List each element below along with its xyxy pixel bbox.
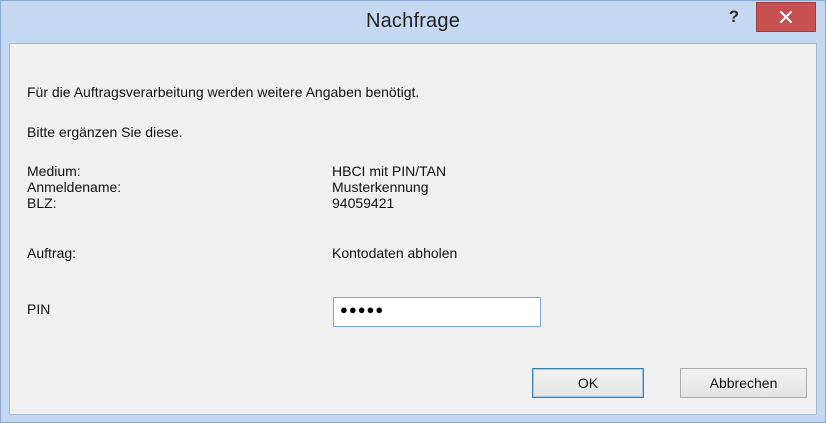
pin-input[interactable]: ●●●●● [333,297,541,327]
cancel-button[interactable]: Abbrechen [680,368,807,398]
login-value: Musterkennung [332,179,429,195]
pin-label: PIN [27,301,51,317]
dialog-window: Nachfrage ? Für die Auftragsverarbeitung… [0,0,826,423]
dialog-title: Nachfrage [365,10,461,32]
medium-label: Medium: [27,163,81,179]
dialog-body: Für die Auftragsverarbeitung werden weit… [9,43,817,415]
medium-value: HBCI mit PIN/TAN [332,163,447,179]
ok-button[interactable]: OK [532,368,644,398]
close-icon [780,11,792,23]
close-button[interactable] [756,2,816,32]
login-label: Anmeldename: [27,179,122,195]
message-line-2: Bitte ergänzen Sie diese. [27,124,183,140]
blz-label: BLZ: [27,195,57,211]
order-label: Auftrag: [27,245,77,261]
blz-value: 94059421 [332,195,395,211]
order-value: Kontodaten abholen [332,245,458,261]
help-button[interactable]: ? [719,5,749,29]
title-bar[interactable]: Nachfrage ? [1,1,825,43]
message-line-1: Für die Auftragsverarbeitung werden weit… [27,84,420,100]
